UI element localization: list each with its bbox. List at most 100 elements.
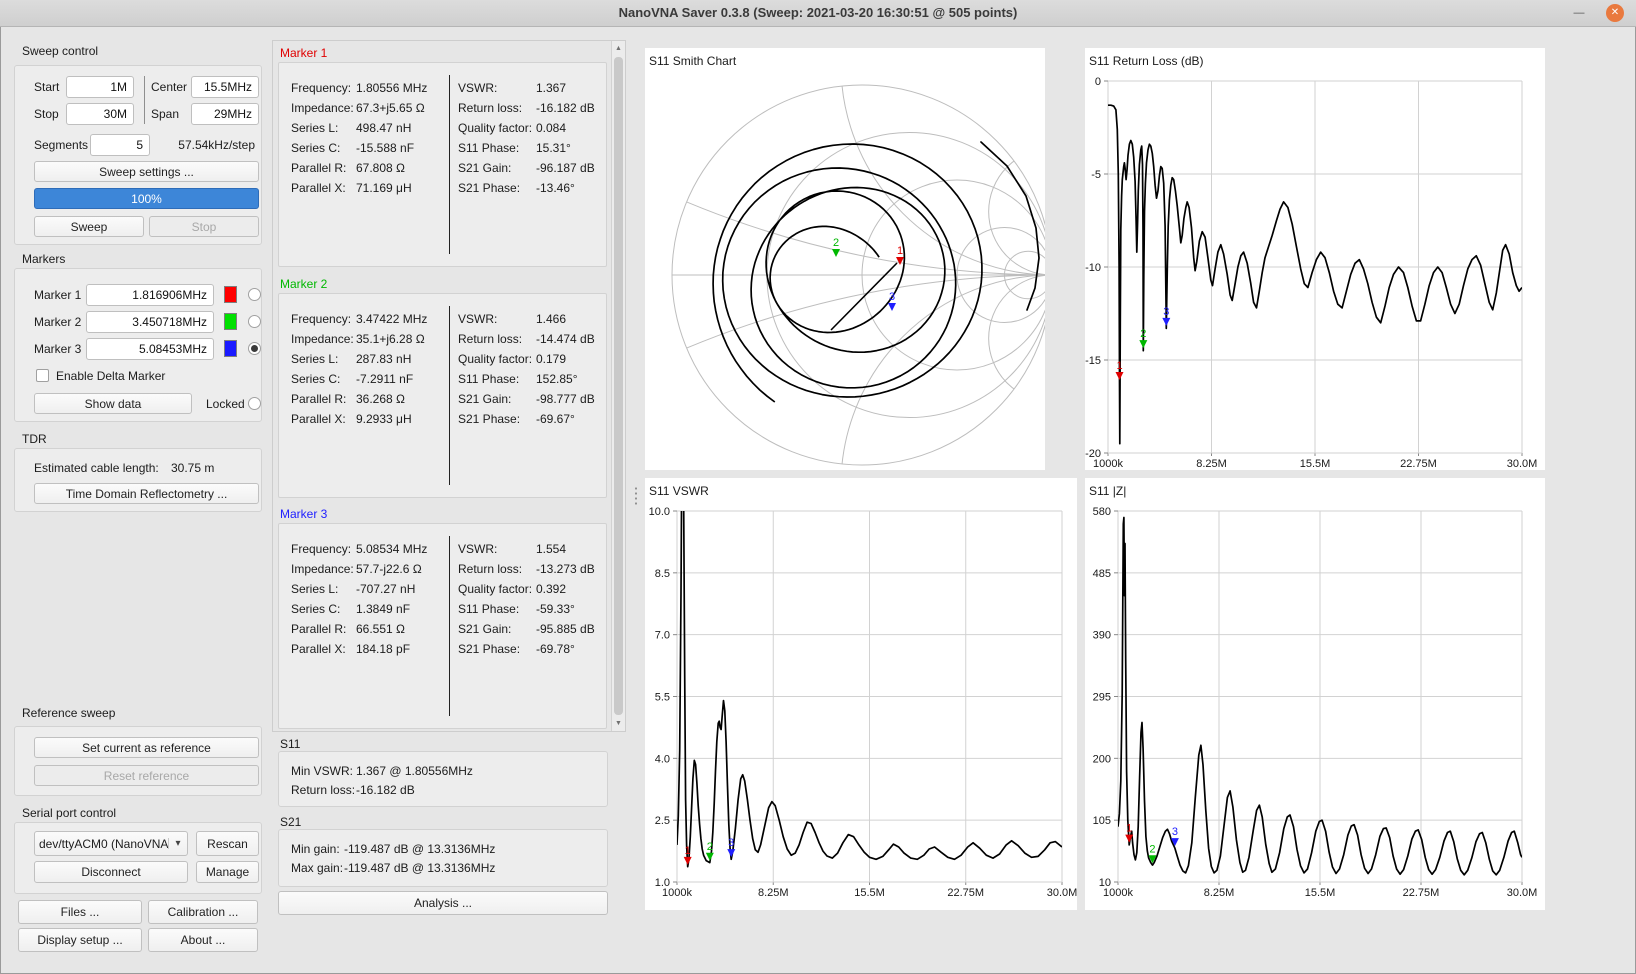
marker2-color-swatch[interactable] — [224, 313, 237, 330]
svg-text:8.25M: 8.25M — [1196, 458, 1227, 470]
serial-port-title: Serial port control — [22, 806, 116, 820]
calibration-button[interactable]: Calibration ... — [148, 900, 258, 924]
svg-text:2: 2 — [707, 841, 713, 853]
return-loss-value: -16.182 dB — [356, 783, 415, 797]
about-button[interactable]: About ... — [148, 928, 258, 952]
display-setup-button[interactable]: Display setup ... — [18, 928, 142, 952]
s11-smith-chart[interactable]: S11 Smith Chart 123 — [645, 48, 1045, 470]
analysis-button[interactable]: Analysis ... — [278, 891, 608, 915]
start-label: Start — [34, 78, 59, 96]
smith-marker-2 — [832, 249, 840, 257]
close-button[interactable]: ✕ — [1606, 4, 1624, 22]
z-plot[interactable]: 1000k8.25M15.5M22.75M30.0M58048539029520… — [1085, 478, 1545, 910]
serial-port-group: dev/ttyACM0 (NanoVNA) ▾ Rescan Disconnec… — [14, 822, 262, 894]
enable-delta-marker-checkbox[interactable] — [36, 369, 49, 382]
svg-text:1: 1 — [685, 845, 691, 857]
markers-group: Marker 1 Marker 2 Marker 3 Enable Delta … — [14, 268, 262, 422]
svg-text:580: 580 — [1093, 506, 1111, 518]
marker1-radio[interactable] — [248, 288, 261, 301]
divider — [449, 75, 450, 254]
scroll-up-icon[interactable]: ▲ — [612, 42, 625, 55]
sweep-button[interactable]: Sweep — [34, 216, 144, 237]
svg-text:8.5: 8.5 — [655, 568, 670, 580]
vswr-chart-title: S11 VSWR — [649, 484, 709, 498]
vswr-plot[interactable]: 1000k8.25M15.5M22.75M30.0M10.08.57.05.54… — [645, 478, 1077, 910]
marker3-input[interactable] — [86, 338, 214, 360]
smith-plot[interactable]: 1 2 3 — [645, 48, 1045, 470]
set-reference-button[interactable]: Set current as reference — [34, 737, 259, 758]
stop-label: Stop — [34, 105, 59, 123]
marker2-input[interactable] — [86, 311, 214, 333]
disconnect-button[interactable]: Disconnect — [34, 861, 188, 883]
start-input[interactable] — [66, 76, 134, 98]
marker2-radio[interactable] — [248, 315, 261, 328]
svg-text:10: 10 — [1099, 877, 1111, 889]
locked-radio[interactable] — [248, 397, 261, 410]
sweep-control-group: Start Center Stop Span Segments 57.54kHz… — [14, 65, 262, 245]
chart-marker-1 — [684, 857, 692, 865]
markers-title: Markers — [22, 252, 65, 266]
files-button[interactable]: Files ... — [18, 900, 142, 924]
svg-text:485: 485 — [1093, 568, 1111, 580]
svg-text:-10: -10 — [1085, 262, 1101, 274]
enable-delta-marker-label: Enable Delta Marker — [56, 367, 165, 385]
svg-text:22.75M: 22.75M — [947, 887, 984, 899]
marker1-panel-title: Marker 1 — [280, 46, 327, 60]
s11-summary-title: S11 — [280, 737, 300, 751]
svg-text:15.5M: 15.5M — [1305, 887, 1336, 899]
s11-vswr-chart[interactable]: S11 VSWR 1000k8.25M15.5M22.75M30.0M10.08… — [645, 478, 1077, 910]
marker3-color-swatch[interactable] — [224, 340, 237, 357]
sweep-settings-button[interactable]: Sweep settings ... — [34, 161, 259, 182]
marker1-color-swatch[interactable] — [224, 286, 237, 303]
svg-text:8.25M: 8.25M — [758, 887, 789, 899]
segments-input[interactable] — [90, 134, 150, 156]
stop-input[interactable] — [66, 103, 134, 125]
s11-z-chart[interactable]: S11 |Z| 1000k8.25M15.5M22.75M30.0M580485… — [1085, 478, 1545, 910]
divider — [449, 306, 450, 485]
serial-port-value: dev/ttyACM0 (NanoVNA) — [35, 837, 168, 851]
svg-text:8.25M: 8.25M — [1204, 887, 1235, 899]
svg-text:2: 2 — [833, 237, 839, 249]
svg-text:22.75M: 22.75M — [1400, 458, 1437, 470]
span-input[interactable] — [191, 103, 259, 125]
svg-text:15.5M: 15.5M — [854, 887, 885, 899]
svg-text:1: 1 — [897, 245, 903, 257]
manage-button[interactable]: Manage — [196, 861, 259, 883]
marker1-input[interactable] — [86, 284, 214, 306]
s11-return-loss-chart[interactable]: S11 Return Loss (dB) 1000k8.25M15.5M22.7… — [1085, 48, 1545, 470]
s21-summary-title: S21 — [280, 815, 301, 829]
return-loss-label: Return loss: — [291, 783, 355, 797]
rescan-button[interactable]: Rescan — [196, 831, 259, 856]
stop-button[interactable]: Stop — [149, 216, 259, 237]
splitter-handle[interactable] — [634, 486, 638, 506]
tdr-button[interactable]: Time Domain Reflectometry ... — [34, 483, 259, 504]
scrollbar[interactable]: ▲ ▼ — [611, 41, 625, 731]
locked-label: Locked — [206, 395, 245, 413]
svg-text:3: 3 — [1172, 826, 1178, 838]
tdr-group: Estimated cable length: 30.75 m Time Dom… — [14, 448, 262, 512]
svg-text:3: 3 — [728, 837, 734, 849]
serial-port-select[interactable]: dev/ttyACM0 (NanoVNA) ▾ — [34, 831, 188, 856]
segments-label: Segments — [34, 136, 88, 154]
marker2-label: Marker 2 — [34, 313, 81, 331]
svg-text:2.5: 2.5 — [655, 815, 670, 827]
svg-text:3: 3 — [889, 291, 895, 303]
svg-text:30.0M: 30.0M — [1507, 458, 1538, 470]
max-gain-value: -119.487 dB @ 13.3136MHz — [344, 861, 495, 875]
marker3-panel: Frequency:5.08534 MHzImpedance:57.7-j22.… — [278, 523, 607, 729]
scrollbar-thumb[interactable] — [614, 57, 623, 715]
marker3-radio[interactable] — [248, 342, 261, 355]
marker1-label: Marker 1 — [34, 286, 81, 304]
rl-plot[interactable]: 1000k8.25M15.5M22.75M30.0M0-5-10-15-2012… — [1085, 48, 1545, 470]
marker1-panel: Frequency:1.80556 MHzImpedance:67.3+j5.6… — [278, 62, 607, 267]
reset-reference-button[interactable]: Reset reference — [34, 765, 259, 786]
svg-text:295: 295 — [1093, 692, 1111, 704]
minimize-button[interactable]: — — [1570, 4, 1588, 22]
svg-text:1: 1 — [1126, 823, 1132, 835]
svg-text:7.0: 7.0 — [655, 630, 670, 642]
titlebar: NanoVNA Saver 0.3.8 (Sweep: 2021-03-20 1… — [0, 0, 1636, 27]
scroll-down-icon[interactable]: ▼ — [612, 717, 625, 730]
center-input[interactable] — [191, 76, 259, 98]
show-data-button[interactable]: Show data — [34, 393, 192, 414]
marker3-panel-title: Marker 3 — [280, 507, 327, 521]
